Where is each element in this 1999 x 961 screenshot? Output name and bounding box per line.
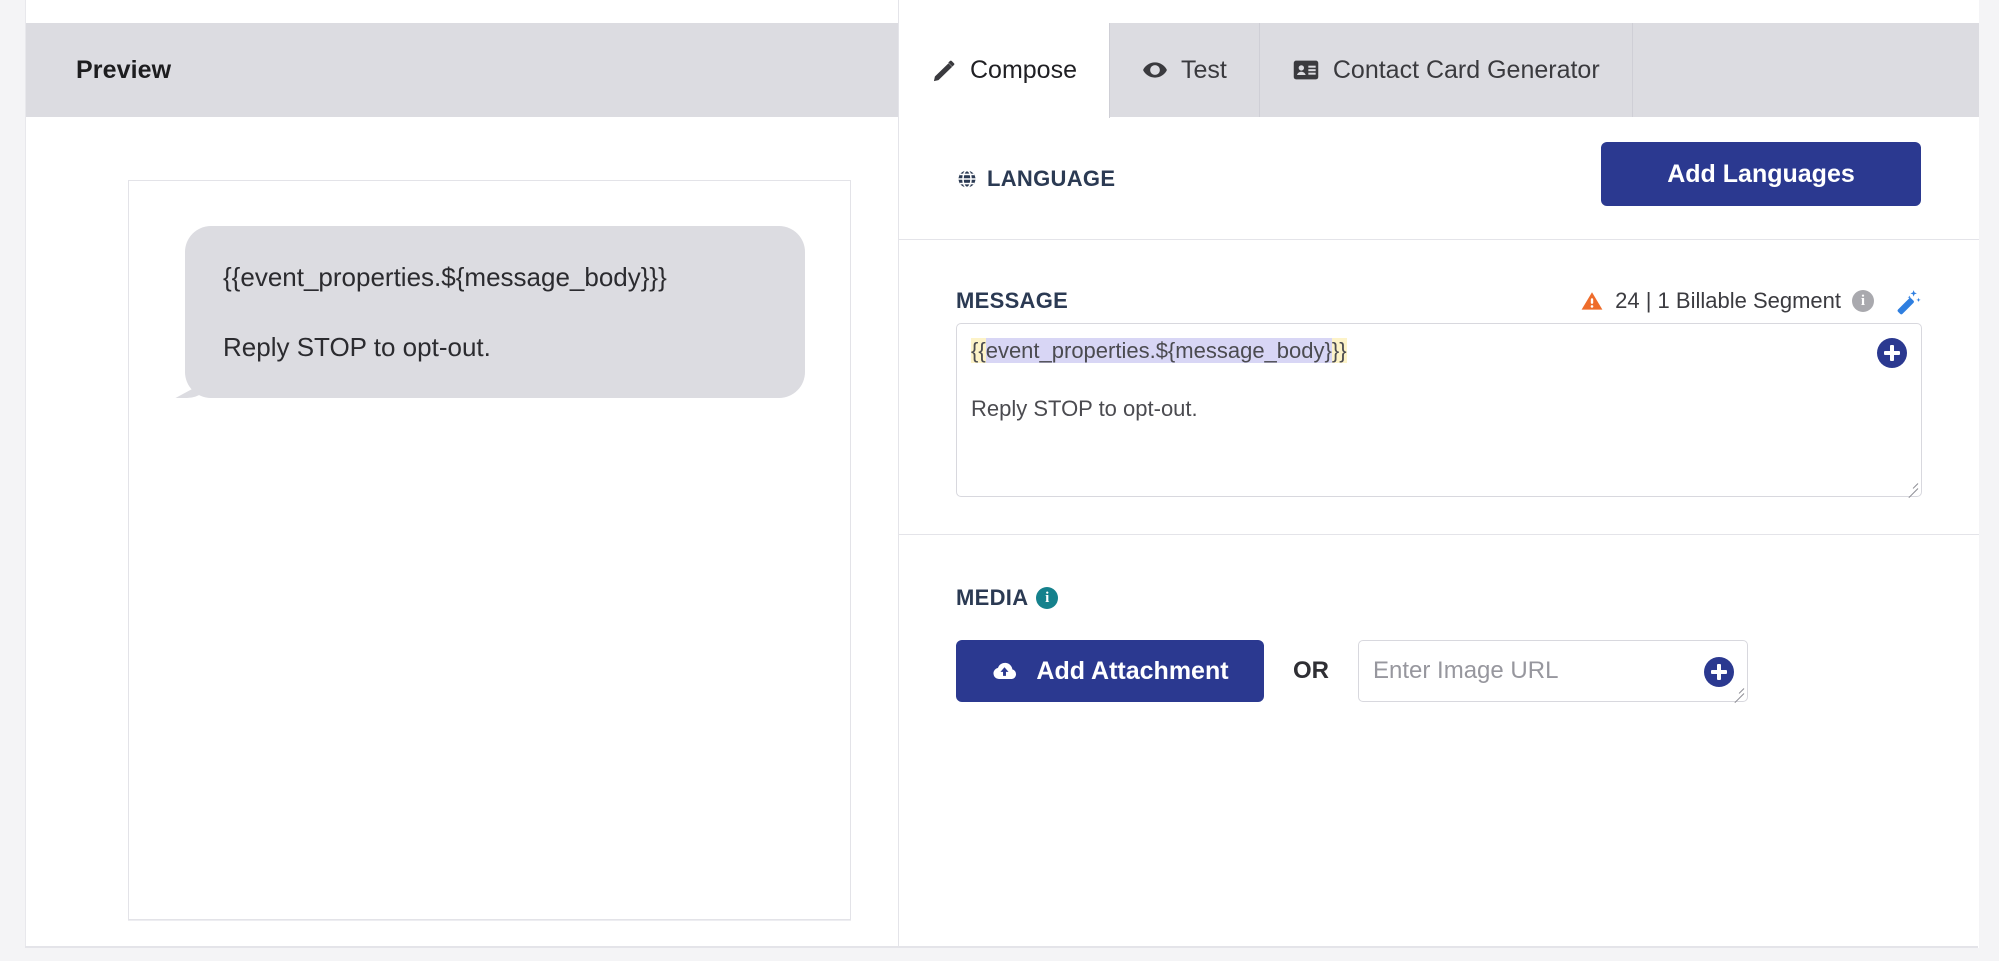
add-languages-button[interactable]: Add Languages: [1601, 142, 1921, 206]
preview-title: Preview: [76, 56, 171, 85]
bubble-line-1: {{event_properties.${message_body}}}: [223, 256, 771, 298]
message-meta: 24 | 1 Billable Segment i: [1580, 286, 1922, 316]
app-root: Preview {{event_properties.${message_bod…: [0, 0, 1999, 961]
tab-test-label: Test: [1181, 56, 1227, 85]
token-open-brace: {{: [971, 338, 986, 363]
bubble-line-2: Reply STOP to opt-out.: [223, 326, 771, 368]
or-label: OR: [1293, 657, 1329, 685]
media-label-text: MEDIA: [956, 585, 1028, 611]
media-section: MEDIA i Add Attachment: [899, 535, 1979, 795]
message-header: MESSAGE 24 | 1 Billable Segment i: [956, 286, 1922, 316]
message-label: MESSAGE: [956, 288, 1068, 314]
compose-panel: Compose Test: [899, 0, 1979, 948]
tab-test[interactable]: Test: [1110, 23, 1260, 117]
message-textarea[interactable]: {{event_properties.${message_body}}} Rep…: [956, 323, 1922, 497]
eye-icon: [1142, 57, 1168, 83]
token-close-brace: }}: [1332, 338, 1347, 363]
tab-contact-card-generator[interactable]: Contact Card Generator: [1260, 23, 1633, 117]
tab-contact-card-label: Contact Card Generator: [1333, 56, 1600, 85]
contact-card-icon: [1292, 56, 1320, 84]
language-section: LANGUAGE Add Languages: [899, 117, 1979, 239]
billable-segment-text: 24 | 1 Billable Segment: [1615, 288, 1841, 314]
preview-bubble-wrapper: {{event_properties.${message_body}}} Rep…: [185, 226, 805, 398]
compose-body: LANGUAGE Add Languages MESSAGE: [899, 117, 1979, 795]
add-attachment-label: Add Attachment: [1036, 657, 1228, 686]
image-url-placeholder: Enter Image URL: [1373, 657, 1558, 685]
preview-header: Preview: [26, 23, 898, 117]
tab-bar: Compose Test: [899, 23, 1979, 117]
card-bottom-rule: [25, 946, 1978, 948]
message-line-1: {{event_properties.${message_body}}}: [971, 337, 1347, 365]
image-url-input[interactable]: Enter Image URL: [1358, 640, 1748, 702]
editor-card: Preview {{event_properties.${message_bod…: [25, 0, 1978, 948]
preview-body: {{event_properties.${message_body}}} Rep…: [26, 117, 898, 948]
media-controls-row: Add Attachment OR Enter Image URL: [956, 640, 1748, 702]
media-label: MEDIA i: [956, 585, 1058, 611]
warning-triangle-icon: [1580, 289, 1604, 313]
preview-panel: Preview {{event_properties.${message_bod…: [26, 0, 898, 948]
cloud-upload-icon: [991, 658, 1018, 685]
info-icon[interactable]: i: [1852, 290, 1874, 312]
pencil-icon: [931, 58, 957, 84]
message-line-2: Reply STOP to opt-out.: [971, 396, 1198, 422]
plus-circle-icon[interactable]: [1877, 338, 1907, 368]
textarea-resize-handle[interactable]: [1903, 478, 1919, 494]
language-label: LANGUAGE: [956, 166, 1115, 192]
add-attachment-button[interactable]: Add Attachment: [956, 640, 1264, 702]
token-variable: event_properties.${message_body}: [986, 338, 1332, 363]
language-label-text: LANGUAGE: [987, 166, 1115, 192]
message-section: MESSAGE 24 | 1 Billable Segment i: [899, 240, 1979, 534]
tab-compose[interactable]: Compose: [899, 23, 1110, 118]
magic-wand-icon[interactable]: [1892, 286, 1922, 316]
preview-message-bubble: {{event_properties.${message_body}}} Rep…: [185, 226, 805, 398]
tab-compose-label: Compose: [970, 56, 1077, 85]
url-input-resize-handle[interactable]: [1729, 683, 1745, 699]
message-preview-box: {{event_properties.${message_body}}} Rep…: [128, 180, 851, 920]
info-icon[interactable]: i: [1036, 587, 1058, 609]
globe-icon: [956, 168, 978, 190]
